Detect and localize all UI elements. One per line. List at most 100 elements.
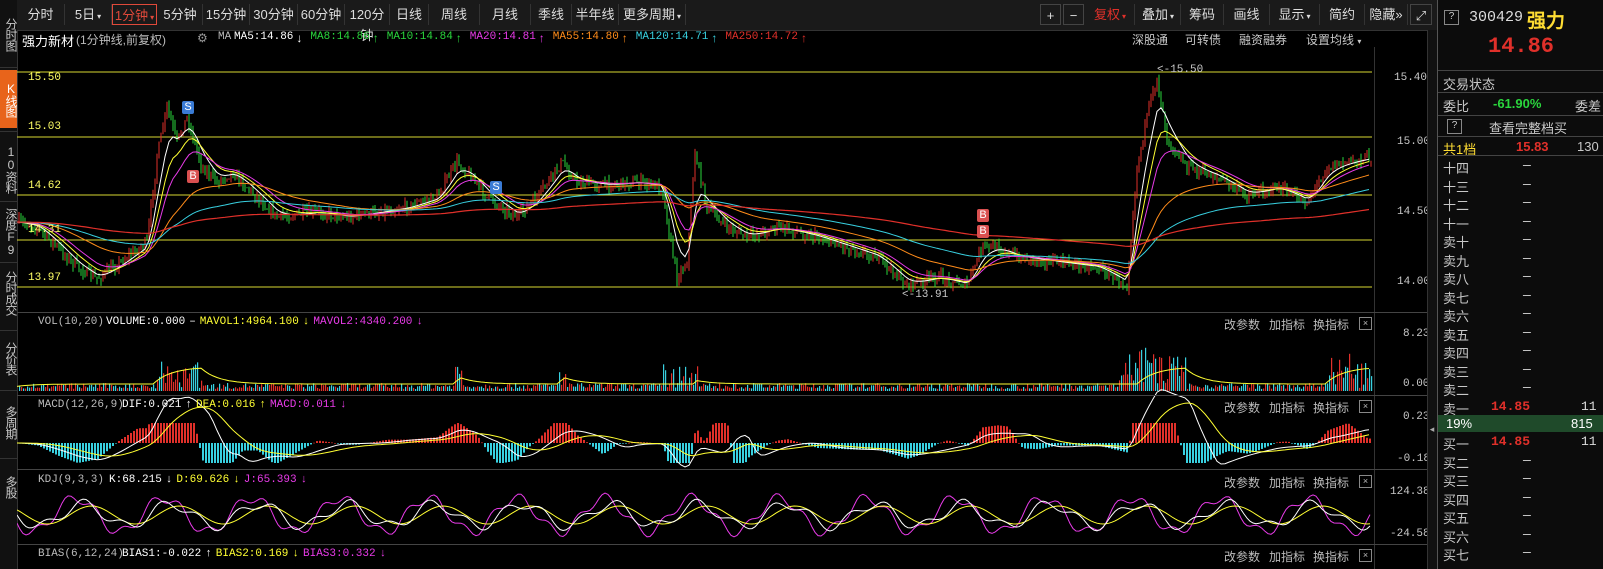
ask-row[interactable]: 卖四 —	[1438, 342, 1603, 361]
chart-mark	[448, 428, 450, 443]
bid-row[interactable]: 买一 14.85 11	[1438, 433, 1603, 452]
ask-row[interactable]: 十四 —	[1438, 157, 1603, 176]
chart-mark	[197, 362, 199, 391]
zoom-out-button[interactable]: −	[1063, 4, 1084, 25]
chart-mark	[1120, 443, 1122, 451]
period-weekly-button[interactable]: 周线	[429, 4, 480, 25]
more-periods-dropdown[interactable]: 更多周期 ▾	[619, 4, 686, 25]
chart-mark	[1369, 369, 1371, 391]
link-margin-trading[interactable]: 融资融券	[1239, 31, 1287, 48]
bid-row[interactable]: 买六 —	[1438, 526, 1603, 545]
help-icon[interactable]: ?	[1447, 119, 1462, 134]
period-timeshare-button[interactable]: 分时	[17, 4, 65, 25]
chart-mark	[202, 443, 204, 461]
ask-row[interactable]: 卖一 14.85 11	[1438, 398, 1603, 417]
period-quarterly-button[interactable]: 季线	[531, 4, 572, 25]
change-params-button[interactable]: 改参数	[1224, 316, 1260, 333]
ask-row[interactable]: 卖八 —	[1438, 268, 1603, 287]
period-30min-button[interactable]: 30分钟	[250, 4, 298, 25]
add-indicator-button[interactable]: 加指标	[1269, 316, 1305, 333]
change-params-button[interactable]: 改参数	[1224, 399, 1260, 416]
add-indicator-button[interactable]: 加指标	[1269, 399, 1305, 416]
chart-mark	[301, 383, 303, 391]
overlay-dropdown[interactable]: 叠加 ▾	[1136, 4, 1181, 25]
display-dropdown[interactable]: 显示 ▾	[1270, 4, 1320, 25]
draw-line-button[interactable]: 画线	[1224, 4, 1270, 25]
switch-indicator-button[interactable]: 换指标	[1313, 316, 1349, 333]
period-halfyear-button[interactable]: 半年线	[572, 4, 619, 25]
period-5min-button[interactable]: 5分钟	[158, 4, 203, 25]
switch-indicator-button[interactable]: 换指标	[1313, 548, 1349, 565]
buy-marker[interactable]: B	[977, 225, 989, 238]
link-shenzhen-connect[interactable]: 深股通	[1132, 31, 1168, 48]
change-params-button[interactable]: 改参数	[1224, 548, 1260, 565]
tab-f10-info[interactable]: 10资料	[0, 140, 18, 198]
close-icon[interactable]: ×	[1359, 317, 1372, 330]
period-toolbar: 分时 5日 ▾ 1分钟 ▾ 5分钟 15分钟 30分钟 60分钟 120分钟 日线 …	[17, 0, 1437, 43]
tab-multi-period[interactable]: 多周期	[0, 397, 18, 447]
period-monthly-button[interactable]: 月线	[480, 4, 531, 25]
switch-indicator-button[interactable]: 换指标	[1313, 399, 1349, 416]
period-5day-button[interactable]: 5日 ▾	[65, 4, 112, 25]
tab-tick-trades[interactable]: 分时成交	[0, 264, 18, 322]
y-axis-label: 14.00	[1397, 276, 1431, 288]
chips-button[interactable]: 筹码	[1181, 4, 1224, 25]
buy-marker[interactable]: B	[977, 209, 989, 222]
simple-mode-button[interactable]: 简约	[1320, 4, 1365, 25]
bid-row[interactable]: 买七 —	[1438, 544, 1603, 563]
period-1min-button[interactable]: 1分钟 ▾	[112, 4, 157, 25]
ask-row[interactable]: 卖七 —	[1438, 287, 1603, 306]
ask-row[interactable]: 卖六 —	[1438, 305, 1603, 324]
tab-depth-f9[interactable]: 深度F9	[0, 204, 18, 260]
ask-row[interactable]: 卖五 —	[1438, 324, 1603, 343]
close-icon[interactable]: ×	[1359, 475, 1372, 488]
close-icon[interactable]: ×	[1359, 400, 1372, 413]
ask-row[interactable]: 十一 —	[1438, 213, 1603, 232]
tab-kline[interactable]: K线图	[0, 70, 18, 128]
tab-timeshare[interactable]: 分时图	[0, 4, 18, 64]
change-params-button[interactable]: 改参数	[1224, 474, 1260, 491]
hide-button[interactable]: 隐藏»	[1365, 4, 1408, 25]
ask-row[interactable]: 卖九 —	[1438, 250, 1603, 269]
bid-row[interactable]: 买五 —	[1438, 507, 1603, 526]
set-ma-dropdown[interactable]: 设置均线 ▾	[1306, 31, 1361, 48]
add-indicator-button[interactable]: 加指标	[1269, 474, 1305, 491]
bid-row[interactable]: 买四 —	[1438, 489, 1603, 508]
add-indicator-button[interactable]: 加指标	[1269, 548, 1305, 565]
view-full-depth-link[interactable]: 查看完整档买	[1489, 118, 1567, 137]
chart-mark	[1087, 385, 1089, 391]
bid-row[interactable]: 买二 —	[1438, 452, 1603, 471]
fuquan-dropdown[interactable]: 复权 ▾	[1086, 4, 1135, 25]
ask-row[interactable]: 卖二 —	[1438, 379, 1603, 398]
ask-row[interactable]: 卖三 —	[1438, 361, 1603, 380]
ask-row[interactable]: 十二 —	[1438, 194, 1603, 213]
sell-marker[interactable]: S	[182, 101, 194, 114]
chart-mark	[790, 440, 792, 443]
ask-row[interactable]: 卖十 —	[1438, 231, 1603, 250]
buy-marker[interactable]: B	[187, 170, 199, 183]
chart-mark	[173, 381, 175, 391]
settings-gear-icon[interactable]: ⚙	[197, 31, 208, 45]
expand-button[interactable]: ⤢	[1410, 4, 1432, 25]
period-15min-button[interactable]: 15分钟	[203, 4, 250, 25]
switch-indicator-button[interactable]: 换指标	[1313, 474, 1349, 491]
chart-mark	[855, 387, 857, 391]
period-60min-button[interactable]: 60分钟	[298, 4, 345, 25]
help-icon[interactable]: ?	[1444, 10, 1459, 25]
tab-multi-stock[interactable]: 多股	[0, 467, 18, 507]
collapse-panel-handle[interactable]: ◂	[1428, 424, 1436, 435]
tab-price-table[interactable]: 分价表	[0, 333, 18, 383]
period-daily-button[interactable]: 日线	[390, 4, 429, 25]
zoom-in-button[interactable]: +	[1040, 4, 1061, 25]
chart-mark	[607, 443, 609, 452]
ask-row[interactable]: 十三 —	[1438, 176, 1603, 195]
chart-mark	[865, 388, 867, 391]
chart-mark	[1213, 388, 1215, 391]
sell-marker[interactable]: S	[490, 181, 502, 194]
chart-mark	[1081, 385, 1083, 391]
period-120min-button[interactable]: 120分钟	[345, 4, 390, 43]
chart-mark	[115, 385, 117, 391]
link-convertible-bond[interactable]: 可转债	[1185, 31, 1221, 48]
close-icon[interactable]: ×	[1359, 549, 1372, 562]
bid-row[interactable]: 买三 —	[1438, 470, 1603, 489]
